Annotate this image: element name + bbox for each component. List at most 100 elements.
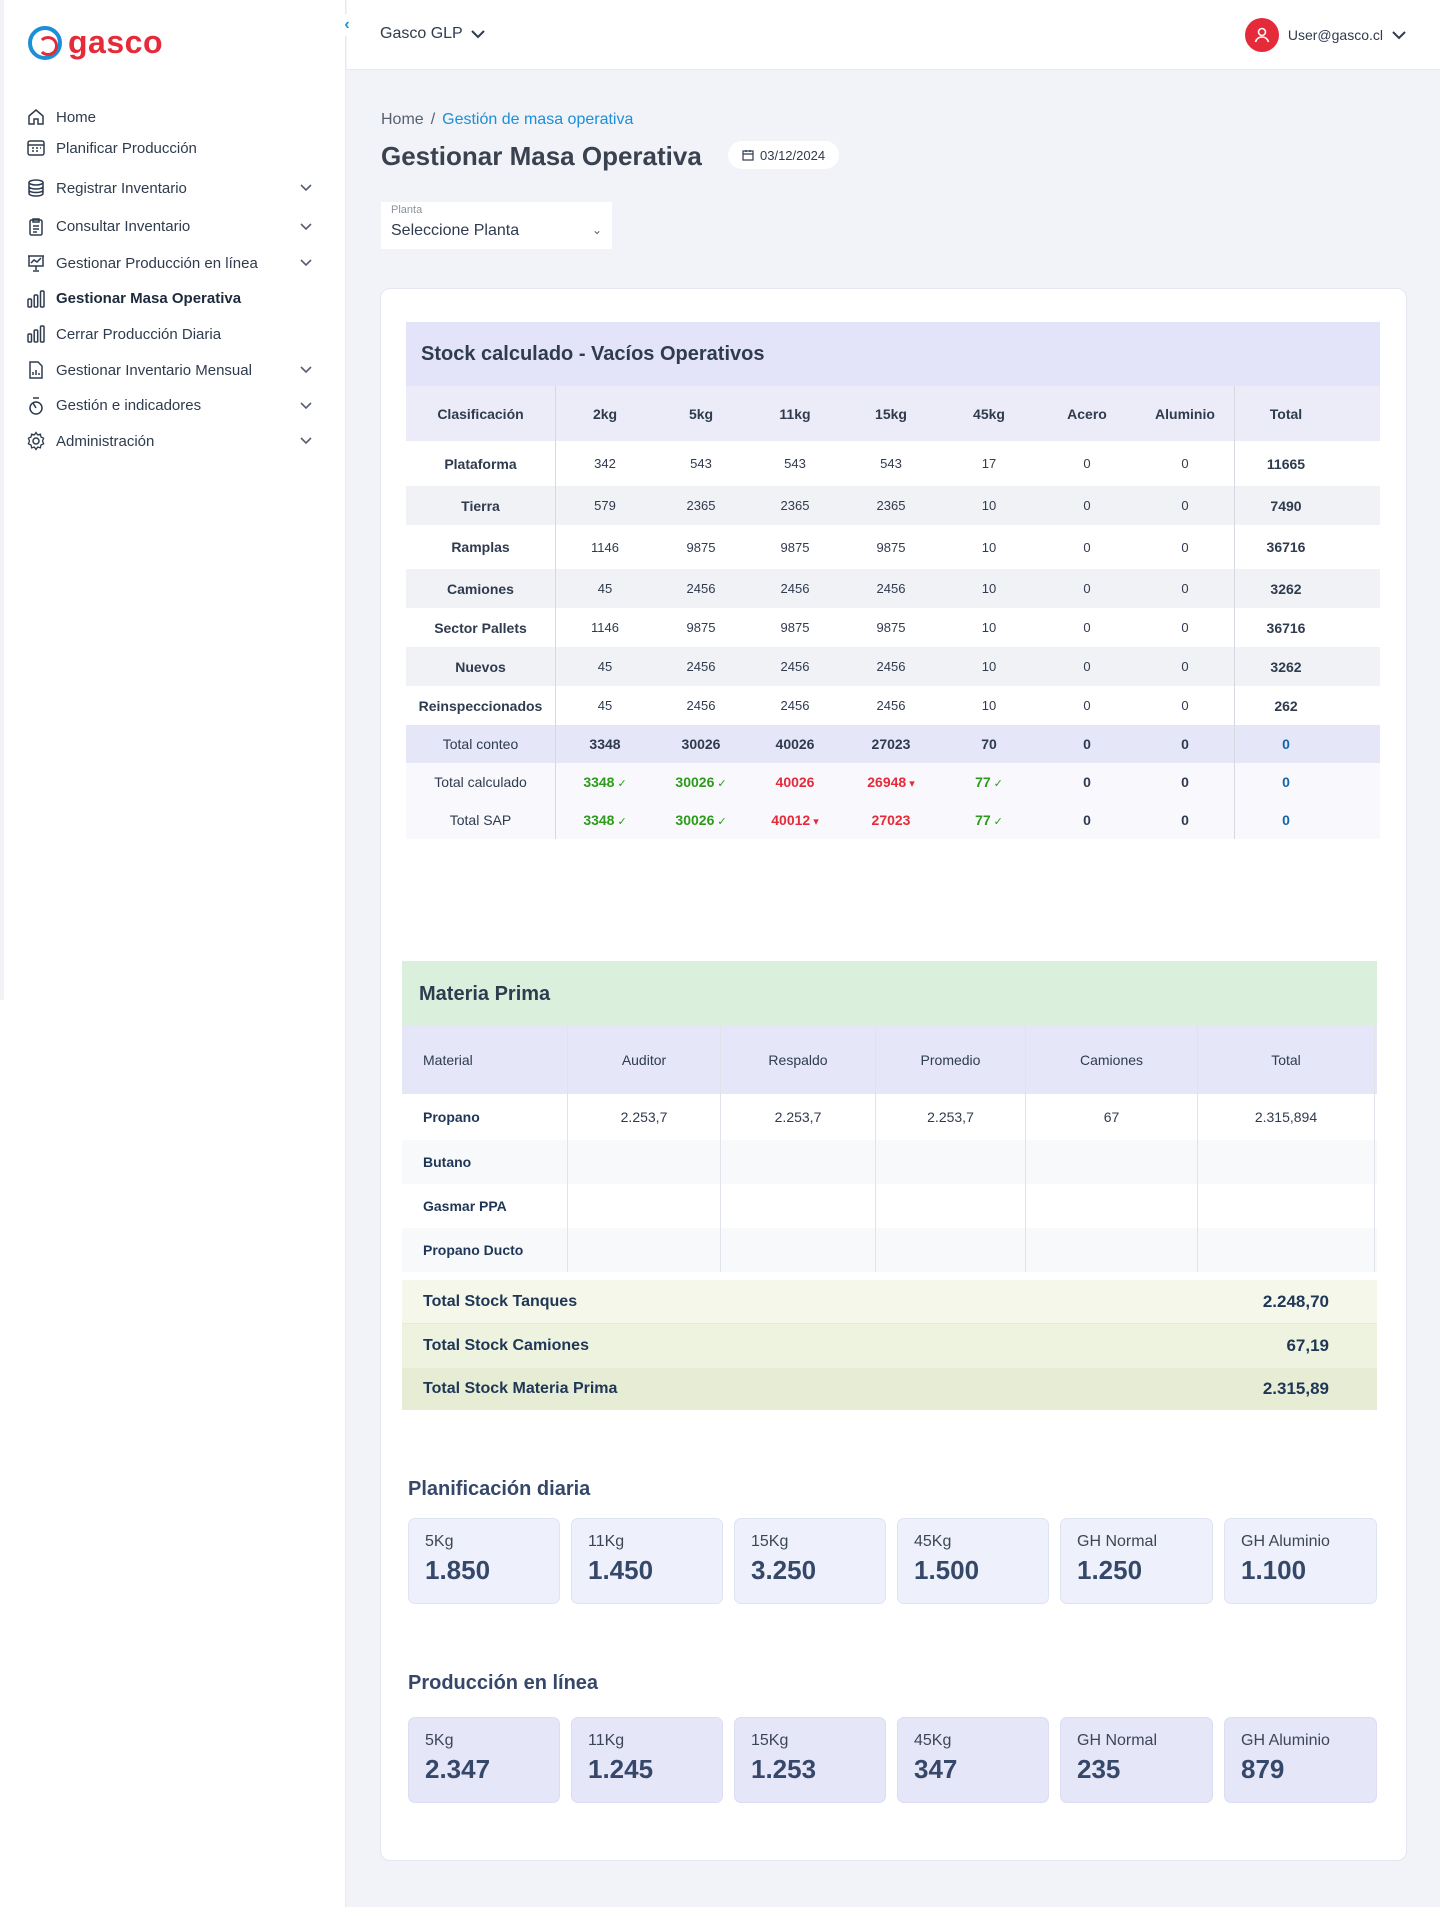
chevron-down-icon bbox=[296, 181, 316, 195]
check-icon: ✓ bbox=[993, 778, 1003, 790]
kpi-card-15kg[interactable]: 15Kg 3.250 bbox=[734, 1518, 886, 1604]
table-cell: 3262 bbox=[1234, 647, 1337, 686]
table-cell bbox=[1198, 1140, 1375, 1184]
row-label: Total SAP bbox=[406, 801, 556, 839]
presentation-chart-icon bbox=[26, 253, 46, 273]
sidebar-item-consultar-inventario[interactable]: Consultar Inventario bbox=[26, 208, 316, 245]
chevron-down-icon bbox=[296, 220, 316, 234]
total-row: Total Stock Materia Prima 2.315,89 bbox=[402, 1368, 1377, 1410]
table-cell: 262 bbox=[1234, 686, 1337, 725]
material-name: Gasmar PPA bbox=[402, 1184, 568, 1228]
breadcrumb-home[interactable]: Home bbox=[381, 111, 424, 128]
column-header: Clasificación bbox=[406, 386, 556, 441]
table-cell: 2456 bbox=[686, 698, 716, 713]
sidebar-edge bbox=[0, 0, 4, 1000]
table-cell: 0 bbox=[1181, 698, 1189, 713]
sidebar-item-label: Gestionar Masa Operativa bbox=[56, 290, 242, 307]
column-header: 11kg bbox=[779, 405, 811, 422]
sidebar-item-gestionar-produccion-en-linea[interactable]: Gestionar Producción en línea bbox=[26, 245, 316, 281]
kpi-card-45kg[interactable]: 45Kg 347 bbox=[897, 1717, 1049, 1803]
table-cell: 0 bbox=[1083, 498, 1091, 513]
kpi-card-15kg[interactable]: 15Kg 1.253 bbox=[734, 1717, 886, 1803]
column-header: Material bbox=[402, 1026, 568, 1094]
kpi-card-11kg[interactable]: 11Kg 1.245 bbox=[571, 1717, 723, 1803]
date-badge[interactable]: 03/12/2024 bbox=[728, 141, 840, 169]
breadcrumb-current[interactable]: Gestión de masa operativa bbox=[442, 111, 633, 128]
sidebar-item-gestionar-masa-operativa[interactable]: Gestionar Masa Operativa bbox=[26, 281, 316, 316]
sidebar-item-gestion-e-indicadores[interactable]: Gestión e indicadores bbox=[26, 388, 316, 423]
user-menu[interactable]: User@gasco.cl bbox=[1244, 18, 1406, 52]
kpi-label: GH Normal bbox=[1077, 1732, 1158, 1749]
sidebar-item-planificar-produccion[interactable]: Planificar Producción bbox=[26, 128, 316, 168]
chevron-down-icon bbox=[296, 256, 316, 270]
stock-table: Stock calculado - Vacíos Operativos Clas… bbox=[406, 322, 1380, 839]
table-cell: 0 bbox=[1181, 620, 1189, 635]
chevron-down-icon bbox=[296, 399, 316, 413]
bar-chart-icon bbox=[26, 289, 46, 309]
material-name: Propano Ducto bbox=[402, 1228, 568, 1272]
table-cell: 40026 bbox=[748, 736, 842, 752]
kpi-value: 1.245 bbox=[588, 1754, 654, 1784]
table-cell: 0 bbox=[1083, 659, 1091, 674]
table-cell: 0 bbox=[1181, 659, 1189, 674]
sidebar-item-label: Home bbox=[56, 108, 97, 126]
table-cell: 36716 bbox=[1234, 525, 1337, 569]
table-cell: 0 bbox=[1038, 736, 1136, 752]
table-cell: 3262 bbox=[1234, 569, 1337, 608]
cell-value: 77 bbox=[975, 812, 991, 828]
sidebar-item-administracion[interactable]: Administración bbox=[26, 423, 316, 459]
table-cell: 70 bbox=[940, 736, 1038, 752]
kpi-value: 879 bbox=[1241, 1754, 1285, 1784]
sidebar-item-home[interactable]: Home bbox=[26, 106, 316, 128]
collapse-sidebar-button[interactable]: ‹ bbox=[336, 14, 358, 36]
calendar-icon bbox=[742, 150, 754, 161]
kpi-card-45kg[interactable]: 45Kg 1.500 bbox=[897, 1518, 1049, 1604]
kpi-card-gh-normal[interactable]: GH Normal 1.250 bbox=[1060, 1518, 1213, 1604]
kpi-label: GH Normal bbox=[1077, 1533, 1158, 1550]
kpi-card-gh-aluminio[interactable]: GH Aluminio 879 bbox=[1224, 1717, 1377, 1803]
planta-select[interactable]: Planta Seleccione Planta ⌄ bbox=[381, 202, 612, 249]
table-cell: 0 bbox=[1181, 498, 1189, 513]
kpi-label: 5Kg bbox=[425, 1533, 454, 1550]
kpi-value: 3.250 bbox=[751, 1555, 817, 1585]
kpi-card-gh-normal[interactable]: GH Normal 235 bbox=[1060, 1717, 1213, 1803]
kpi-card-gh-aluminio[interactable]: GH Aluminio 1.100 bbox=[1224, 1518, 1377, 1604]
row-label: Reinspeccionados bbox=[406, 686, 556, 725]
table-cell: 3348 ✓ bbox=[556, 774, 654, 790]
sidebar-item-gestionar-inventario-mensual[interactable]: Gestionar Inventario Mensual bbox=[26, 352, 316, 388]
table-cell bbox=[1026, 1140, 1198, 1184]
kpi-value: 1.850 bbox=[425, 1555, 491, 1585]
table-cell: 26948 ▾ bbox=[842, 774, 940, 790]
table-cell: 9875 bbox=[686, 620, 716, 635]
table-cell: 579 bbox=[594, 498, 616, 513]
kpi-card-5kg[interactable]: 5Kg 2.347 bbox=[408, 1717, 560, 1803]
total-value: 2.248,70 bbox=[1262, 1291, 1329, 1311]
table-cell bbox=[1198, 1228, 1375, 1272]
kpi-label: 11Kg bbox=[588, 1533, 625, 1550]
kpi-card-11kg[interactable]: 11Kg 1.450 bbox=[571, 1518, 723, 1604]
check-icon: ✓ bbox=[617, 778, 627, 790]
table-cell: 2365 bbox=[780, 498, 810, 513]
sidebar-item-cerrar-produccion-diaria[interactable]: Cerrar Producción Diaria bbox=[26, 316, 316, 352]
row-label: Total calculado bbox=[406, 763, 556, 801]
sidebar-nav: Home Planificar Producción Registrar Inven… bbox=[26, 100, 316, 459]
table-cell: 2456 bbox=[686, 659, 716, 674]
gasco-logo[interactable]: gasco bbox=[28, 24, 163, 61]
planta-value: Seleccione Planta bbox=[391, 222, 520, 239]
table-row: Sector Pallets 1146 9875 9875 9875 10 0 0 36716 bbox=[406, 608, 1380, 647]
cell-value: 40026 bbox=[775, 774, 815, 790]
cell-value: 30026 bbox=[681, 736, 721, 752]
cell-value: 30026 bbox=[675, 774, 715, 790]
total-label: Total Stock Tanques bbox=[423, 1292, 578, 1310]
produccion-cards: 5Kg 2.347 11Kg 1.245 15Kg 1.253 45Kg 347 GH Norm… bbox=[408, 1717, 1377, 1803]
kpi-card-5kg[interactable]: 5Kg 1.850 bbox=[408, 1518, 560, 1604]
material-name: Propano bbox=[402, 1094, 568, 1140]
table-cell: 0 bbox=[1083, 620, 1091, 635]
column-header: Total bbox=[1234, 386, 1337, 441]
column-header: Total bbox=[1198, 1026, 1375, 1094]
table-cell: 342 bbox=[594, 456, 616, 471]
sidebar-item-registrar-inventario[interactable]: Registrar Inventario bbox=[26, 168, 316, 208]
table-cell: 2.253,7 bbox=[876, 1094, 1026, 1140]
caret-down-icon: ▾ bbox=[813, 816, 819, 828]
org-selector[interactable]: Gasco GLP bbox=[380, 25, 485, 43]
